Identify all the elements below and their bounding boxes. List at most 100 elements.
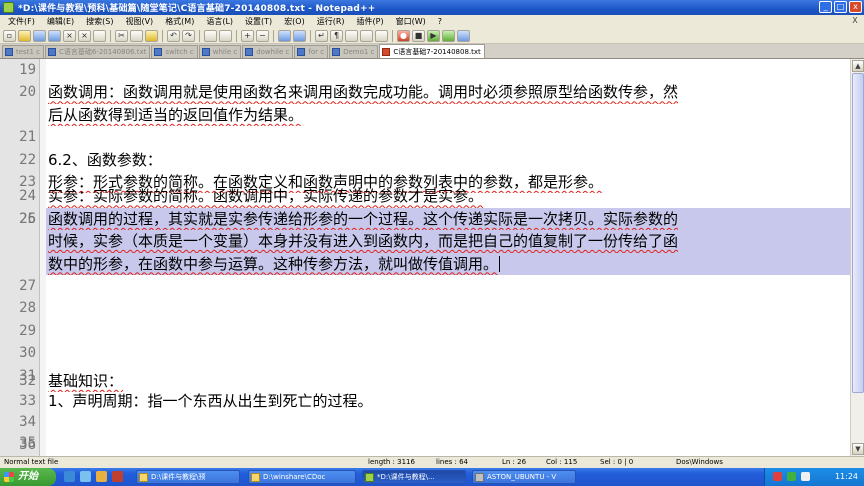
tab-label: C语言基础7-20140808.txt <box>393 47 481 56</box>
text-caret <box>499 256 501 273</box>
line-number: 27 <box>19 278 36 294</box>
find-icon[interactable] <box>204 29 217 42</box>
close-button[interactable]: x <box>849 1 862 13</box>
vm-icon <box>475 473 484 482</box>
taskbar-item-notepadpp[interactable]: *D:\课件与教程\... <box>362 470 466 484</box>
tab-for[interactable]: for c <box>294 45 329 58</box>
clock[interactable]: 11:24 <box>835 468 858 486</box>
file-saved-icon <box>5 48 13 56</box>
folder-icon <box>139 473 148 482</box>
scrollbar-thumb[interactable] <box>852 73 864 393</box>
open-icon[interactable] <box>18 29 31 42</box>
line-number: 28 <box>19 300 36 317</box>
tab-label: for c <box>308 48 325 56</box>
taskbar-item-explorer-1[interactable]: D:\课件与教程\预 <box>136 470 240 484</box>
menu-language[interactable]: 语言(L) <box>200 16 239 27</box>
status-bar: Normal text file length : 3116 lines : 6… <box>0 456 864 468</box>
record-icon[interactable]: ● <box>397 29 410 42</box>
editor-line: 36 <box>0 434 850 456</box>
vertical-scrollbar[interactable]: ▲ ▼ <box>850 59 864 456</box>
paste-icon[interactable] <box>145 29 158 42</box>
editor-line: 22 6.2、函数参数： <box>0 149 850 171</box>
scroll-up-icon[interactable]: ▲ <box>852 60 864 72</box>
menu-file[interactable]: 文件(F) <box>2 16 41 27</box>
tab-test1[interactable]: test1 c <box>2 45 44 58</box>
windows-logo-icon <box>4 472 14 482</box>
notepadpp-icon <box>365 473 374 482</box>
stop-icon[interactable]: ■ <box>412 29 425 42</box>
editor-line: 26 函数调用的过程，其实就是实参传递给形参的一个过程。这个传递实际是一次拷贝。… <box>0 208 850 275</box>
sync-h-icon[interactable] <box>293 29 306 42</box>
menu-format[interactable]: 格式(M) <box>159 16 200 27</box>
sync-v-icon[interactable] <box>278 29 291 42</box>
play-multi-icon[interactable] <box>442 29 455 42</box>
menu-window[interactable]: 窗口(W) <box>390 16 432 27</box>
menu-help[interactable]: ? <box>432 17 448 26</box>
menu-plugins[interactable]: 插件(P) <box>351 16 390 27</box>
editor-line: 29 <box>0 320 850 342</box>
line-text: 实参：实际参数的简称。函数调用中，实际传递的参数才是实参。 <box>48 187 484 206</box>
toolbar-separator <box>162 29 163 42</box>
start-button[interactable]: 开始 <box>0 468 56 486</box>
toolbar-separator <box>110 29 111 42</box>
indent-guide-icon[interactable] <box>345 29 358 42</box>
menu-settings[interactable]: 设置(T) <box>239 16 278 27</box>
tab-label: switch c <box>165 48 194 56</box>
show-desktop-icon[interactable] <box>80 471 91 482</box>
tray-app-icon[interactable] <box>773 472 782 481</box>
minimize-button[interactable]: _ <box>819 1 832 13</box>
editor-line: 30 <box>0 342 850 364</box>
text-editor[interactable]: 19 20 函数调用：函数调用就是使用函数名来调用函数完成功能。调用时必须参照原… <box>0 59 864 456</box>
tray-network-icon[interactable] <box>787 472 796 481</box>
editor-line: 33 1、声明周期：指一个东西从出生到死亡的过程。 <box>0 390 850 412</box>
media-icon[interactable] <box>112 471 123 482</box>
new-icon[interactable]: ▫ <box>3 29 16 42</box>
save-icon[interactable] <box>33 29 46 42</box>
user-lang-icon[interactable] <box>360 29 373 42</box>
play-icon[interactable]: ▶ <box>427 29 440 42</box>
menu-search[interactable]: 搜索(S) <box>80 16 119 27</box>
copy-icon[interactable] <box>130 29 143 42</box>
zoom-out-icon[interactable]: − <box>256 29 269 42</box>
save-macro-icon[interactable] <box>457 29 470 42</box>
tab-c-basics-6[interactable]: C语言基础6-20140806.txt <box>44 45 151 58</box>
close-all-icon[interactable]: × <box>78 29 91 42</box>
explorer-icon[interactable] <box>96 471 107 482</box>
close-icon[interactable]: × <box>63 29 76 42</box>
status-filetype: Normal text file <box>4 458 59 466</box>
all-chars-icon[interactable]: ¶ <box>330 29 343 42</box>
line-number: 33 <box>19 393 36 409</box>
zoom-in-icon[interactable]: + <box>241 29 254 42</box>
wrap-icon[interactable]: ↵ <box>315 29 328 42</box>
file-saved-icon <box>47 48 56 56</box>
tab-switch[interactable]: switch c <box>151 45 198 58</box>
menu-view[interactable]: 视图(V) <box>119 16 159 27</box>
taskbar-item-explorer-2[interactable]: D:\winshare\CDoc <box>248 470 356 484</box>
maximize-button[interactable]: □ <box>834 1 847 13</box>
tab-dowhile[interactable]: dowhile c <box>242 45 294 58</box>
replace-icon[interactable] <box>219 29 232 42</box>
menu-edit[interactable]: 编辑(E) <box>41 16 80 27</box>
redo-icon[interactable]: ↷ <box>182 29 195 42</box>
editor-line: 21 <box>0 126 850 148</box>
tab-demo1[interactable]: Demo1 c <box>329 45 379 58</box>
taskbar-item-vmware[interactable]: ASTON_UBUNTU - V <box>472 470 576 484</box>
ie-icon[interactable] <box>64 471 75 482</box>
close-document-button[interactable]: X <box>850 16 860 26</box>
tray-volume-icon[interactable] <box>801 472 810 481</box>
print-icon[interactable] <box>93 29 106 42</box>
undo-icon[interactable]: ↶ <box>167 29 180 42</box>
task-label: *D:\课件与教程\... <box>377 473 435 481</box>
save-all-icon[interactable] <box>48 29 61 42</box>
task-label: ASTON_UBUNTU - V <box>487 473 557 481</box>
menu-run[interactable]: 运行(R) <box>311 16 351 27</box>
line-number: 24 <box>19 188 36 205</box>
tab-c-basics-7[interactable]: C语言基础7-20140808.txt <box>379 44 485 58</box>
line-number: 30 <box>19 345 36 362</box>
doc-map-icon[interactable] <box>375 29 388 42</box>
scroll-down-icon[interactable]: ▼ <box>852 443 864 455</box>
cut-icon[interactable]: ✂ <box>115 29 128 42</box>
file-saved-icon <box>332 48 341 56</box>
menu-macro[interactable]: 宏(O) <box>278 16 311 27</box>
tab-while[interactable]: while c <box>198 45 242 58</box>
